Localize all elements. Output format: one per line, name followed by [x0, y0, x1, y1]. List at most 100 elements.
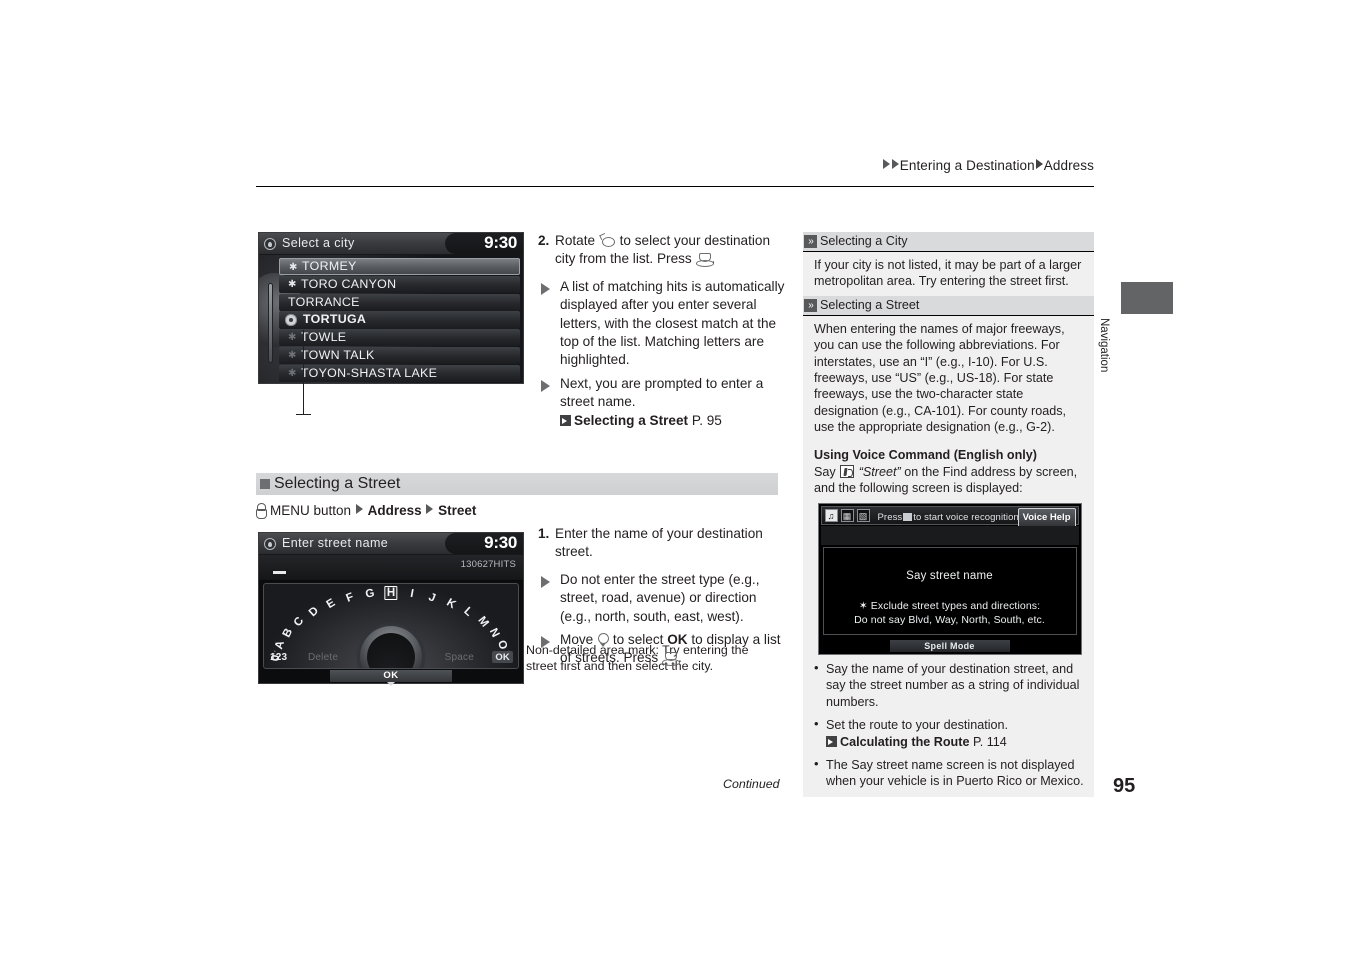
list-item-label: TOYON-SHASTA LAKE — [301, 365, 438, 380]
list-item[interactable]: ✱ TOWLE — [279, 329, 520, 347]
city-list-body: ✱ TORMEY ✱ TORO CANYON TORRANCE TORTUGA ✱ T… — [259, 255, 523, 383]
key-J[interactable]: J — [427, 591, 437, 604]
breadcrumb-arrow-icon — [891, 159, 899, 169]
cross-reference-icon — [560, 414, 571, 426]
voice-command-block: Using Voice Command (English only) Say “… — [803, 441, 1094, 656]
clock: 9:30 — [484, 233, 517, 252]
menu-path-prefix: MENU button — [270, 503, 352, 518]
left-column: Select a city 9:30 ✱ TORMEY ✱ TORO CANYON … — [258, 232, 748, 673]
breadcrumb-arrow-icon — [882, 159, 890, 169]
callout-tick — [296, 414, 311, 416]
breadcrumb: Entering a Destination Address — [882, 158, 1094, 173]
key-A[interactable]: A — [273, 639, 287, 650]
list-item: The Say street name screen is not displa… — [814, 756, 1085, 790]
step-number: 1. — [538, 526, 550, 541]
page-number: 95 — [1113, 775, 1136, 797]
reference-title[interactable]: Calculating the Route — [840, 735, 969, 749]
route-icon[interactable]: ▧ — [856, 508, 870, 522]
spell-mode-button[interactable]: Spell Mode — [889, 639, 1010, 652]
text-cursor — [273, 571, 286, 574]
note-tab-selecting-a-street: » Selecting a Street — [803, 295, 1094, 315]
scrollbar[interactable] — [268, 283, 273, 363]
press-enter-icon — [695, 253, 714, 268]
hits-count: 130627HITS — [460, 559, 516, 570]
exclude-note: ✶ Exclude street types and directions: D… — [824, 599, 1076, 627]
voice-word: “Street” — [858, 465, 901, 480]
list-item-label: TORMEY — [302, 259, 357, 273]
list-item-label: TOWN TALK — [301, 347, 375, 362]
press-post: to start voice recognition — [913, 511, 1019, 523]
street-input-row[interactable]: 130627HITS — [259, 555, 523, 581]
key-N[interactable]: N — [487, 626, 501, 639]
key-C[interactable]: C — [292, 615, 307, 629]
key-G[interactable]: G — [364, 588, 375, 601]
screen-titlebar: Enter street name 9:30 — [259, 533, 523, 555]
compass-icon — [264, 238, 276, 250]
key-B[interactable]: B — [281, 626, 295, 639]
middle-column-lower: 1. Enter the name of your destination str… — [538, 525, 788, 668]
key-L[interactable]: L — [462, 605, 475, 619]
key-O[interactable]: O — [495, 639, 509, 651]
star-icon: ✱ — [288, 349, 297, 361]
key-I[interactable]: I — [409, 588, 414, 600]
list-item[interactable]: ✱ TOYON-SHASTA LAKE — [279, 364, 520, 382]
list-item: Say the name of your destination street,… — [814, 660, 1085, 710]
non-detailed-area-mark-icon — [285, 314, 297, 326]
key-D[interactable]: D — [307, 605, 321, 619]
key-E[interactable]: E — [324, 597, 337, 611]
enter-street-name-screen: Enter street name 9:30 130627HITS 0ABCDE… — [258, 532, 524, 686]
rotary-knob-icon — [599, 234, 616, 247]
bullet-text-a: Move — [560, 632, 594, 648]
step-1: 1. Enter the name of your destination str… — [538, 525, 788, 562]
note-body-street: When entering the names of major freeway… — [803, 314, 1094, 442]
numeric-mode-button[interactable]: 123 — [270, 652, 287, 663]
list-item[interactable]: TORRANCE — [279, 293, 520, 311]
screen-title: Select a city — [282, 236, 355, 250]
ok-bar-button[interactable]: OK — [330, 670, 452, 682]
key-H[interactable]: H — [384, 586, 398, 601]
right-column-notes: » Selecting a City If your city is not l… — [803, 232, 1094, 797]
exclude-line-2: Do not say Blvd, Way, North, South, etc. — [854, 614, 1045, 627]
note-tab-label: Selecting a Street — [820, 297, 920, 312]
reference-title[interactable]: Selecting a Street — [574, 413, 688, 428]
key-F[interactable]: F — [344, 591, 355, 605]
list-item[interactable]: ✱ TOWN TALK — [279, 346, 520, 365]
key-M[interactable]: M — [475, 614, 490, 629]
reference-page: P. 114 — [972, 734, 1007, 749]
screen-title: Enter street name — [282, 536, 389, 550]
arc-keyboard[interactable]: 0ABCDEFGHIJKLMNOP...... 123 Delete Space… — [263, 583, 519, 669]
star-icon: ✱ — [288, 332, 297, 344]
delete-button[interactable]: Delete — [308, 652, 338, 663]
note-body-city: If your city is not listed, it may be pa… — [803, 251, 1094, 296]
map-icon[interactable]: ▦ — [840, 508, 854, 522]
voice-screen-body: Say street name ✶ Exclude street types a… — [822, 546, 1077, 635]
menu-path-item-2: Street — [438, 503, 477, 518]
move-selector-icon — [597, 633, 610, 647]
reference-page: P. 95 — [691, 412, 722, 428]
square-bullet-icon — [260, 479, 270, 489]
callout-line — [303, 330, 305, 415]
bullet-text: Do not enter the street type (e.g., stre… — [560, 571, 760, 624]
voice-command-text: Say “Street” on the Find address by scre… — [814, 464, 1085, 497]
voice-screen-spacer — [820, 525, 1079, 545]
step-2: 2. Rotate to select your destination city… — [538, 232, 788, 269]
space-button[interactable]: Space — [445, 652, 474, 663]
ok-key-button[interactable]: OK — [492, 651, 513, 663]
list-item-label: TORTUGA — [303, 312, 367, 327]
bullet-text-b: to select — [612, 632, 664, 648]
step-1-bullet-2: Move to select OK to display a list of s… — [538, 631, 788, 668]
list-item-label: TORRANCE — [288, 294, 360, 309]
bullet-arrow-icon — [541, 636, 550, 649]
list-item[interactable]: TORTUGA — [279, 311, 520, 329]
star-icon: ✱ — [288, 367, 297, 379]
menu-path: MENU button Address Street — [256, 503, 778, 519]
list-item[interactable]: ✱ TORMEY — [279, 258, 520, 276]
voice-mic-icon[interactable]: ♫ — [824, 508, 838, 522]
list-item[interactable]: ✱ TORO CANYON — [279, 275, 520, 293]
voice-command-heading: Using Voice Command (English only) — [814, 447, 1037, 462]
voice-command-icon — [840, 465, 855, 479]
compass-icon — [264, 538, 276, 550]
talk-button-icon — [903, 512, 913, 521]
step-text-a: Rotate — [555, 233, 596, 248]
key-K[interactable]: K — [445, 597, 458, 612]
